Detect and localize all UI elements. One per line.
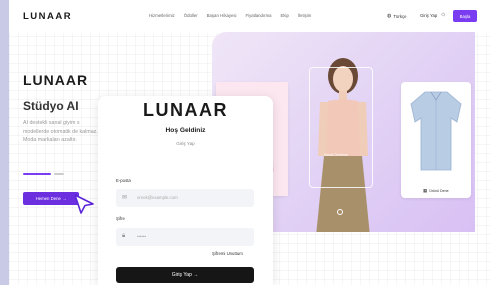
lock-icon: 🔒︎ [122, 233, 126, 239]
globe-icon: ◍ [387, 13, 392, 19]
hero-logo: LUNAAR [23, 72, 89, 88]
model-caption: Sanal Deneme [324, 153, 348, 157]
forgot-password-link[interactable]: Şifremi Unuttum [212, 251, 243, 256]
email-label: E-posta [116, 178, 131, 183]
capture-icon[interactable] [337, 209, 343, 215]
nav-logo[interactable]: LUNAAR [23, 11, 72, 22]
qr-icon: ▦ [423, 188, 428, 193]
hero-title: Stüdyo AI [23, 99, 79, 113]
language-selector[interactable]: ◍ Türkçe [387, 13, 407, 19]
carousel-dot-active[interactable] [23, 173, 51, 175]
modal-logo: LUNAAR [143, 100, 228, 120]
language-label: Türkçe [393, 13, 407, 19]
product-card-right[interactable]: ▦ Ürünü Dene [401, 82, 471, 198]
try-now-button[interactable]: Hemen Dene → [23, 192, 79, 205]
shirt-image [410, 91, 462, 171]
mail-icon: ✉ [122, 195, 128, 201]
email-placeholder: ornek@example.com [137, 195, 178, 200]
modal-subtitle: Giriş Yap [176, 141, 195, 146]
modal-title: Hoş Geldiniz [165, 127, 206, 134]
carousel-dot[interactable] [54, 173, 64, 175]
hero-description: AI destekli sanal giyim s modellerde oto… [23, 120, 98, 144]
nav-link-awards[interactable]: Ödüller [184, 13, 198, 18]
theme-toggle-icon[interactable]: ☼ [440, 11, 446, 18]
nav-link-contact[interactable]: İletişim [298, 13, 311, 18]
login-submit-button[interactable]: Giriş Yap → [116, 267, 254, 283]
nav-link-success-story[interactable]: Başarı Hikayesi [207, 13, 237, 18]
nav-link-pricing[interactable]: Fiyatlandırma [246, 13, 272, 18]
start-button[interactable]: Başla [453, 10, 477, 22]
model-selection-frame[interactable]: Sanal Deneme [309, 67, 373, 215]
email-field[interactable]: ✉ ornek@example.com [116, 189, 254, 207]
password-placeholder: •••••• [137, 234, 147, 239]
try-product-text: Ürünü Dene [429, 189, 449, 193]
top-navbar: LUNAAR Hizmetlerimiz Ödüller Başarı Hika… [9, 0, 491, 33]
nav-links: Hizmetlerimiz Ödüller Başarı Hikayesi Fi… [149, 13, 311, 18]
nav-login-link[interactable]: Giriş Yap [420, 13, 437, 18]
try-product-label[interactable]: ▦ Ürünü Dene [423, 188, 449, 194]
password-label: Şifre [116, 216, 125, 221]
pointer-cursor-icon [73, 193, 95, 215]
carousel-indicators[interactable] [23, 173, 64, 175]
nav-link-team[interactable]: Ekip [281, 13, 289, 18]
password-field[interactable]: 🔒︎ •••••• [116, 228, 254, 246]
left-edge-strip [0, 0, 9, 285]
nav-link-services[interactable]: Hizmetlerimiz [149, 13, 175, 18]
